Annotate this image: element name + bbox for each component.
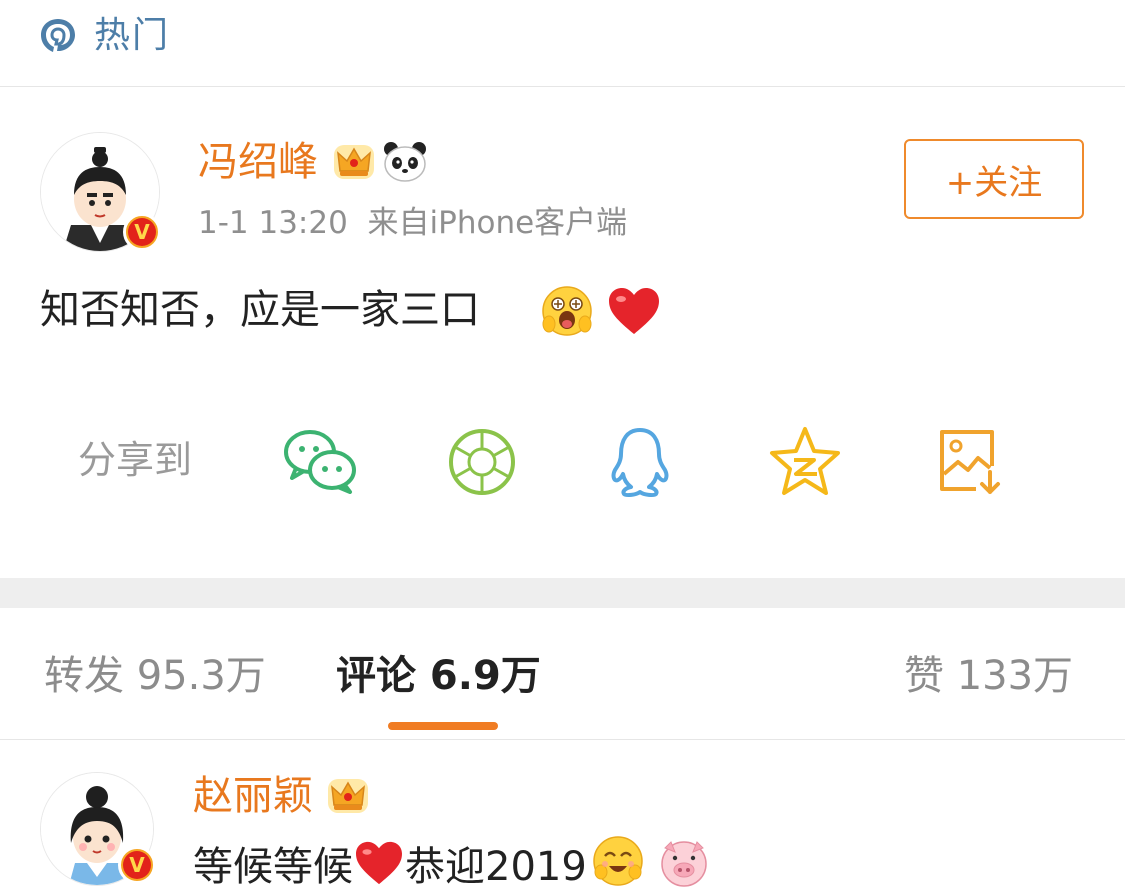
post-meta: 1-1 13:20 来自iPhone客户端 xyxy=(198,202,627,244)
wechat-icon[interactable] xyxy=(282,424,358,500)
follow-button[interactable]: +关注 xyxy=(904,139,1084,219)
excited-emoji-icon xyxy=(542,286,592,336)
commenter-name[interactable]: 赵丽颖 xyxy=(193,770,313,822)
pig-emoji-icon xyxy=(661,841,707,887)
hot-topic-icon[interactable] xyxy=(38,16,78,56)
comment-text: 等候等候 恭迎2019 xyxy=(193,834,711,895)
comment-heart-icon xyxy=(356,841,402,885)
tab-likes[interactable]: 赞 133万 xyxy=(904,648,1073,704)
comment-text-part1: 等候等候 xyxy=(193,844,353,890)
tabs-divider xyxy=(0,739,1125,740)
commenter-verified-badge-icon: V xyxy=(118,846,156,884)
heart-icon xyxy=(609,288,659,334)
post-source: 来自iPhone客户端 xyxy=(367,205,628,241)
qzone-icon[interactable] xyxy=(767,424,843,500)
post-text: 知否知否，应是一家三口 xyxy=(40,287,480,333)
post-author-name[interactable]: 冯绍峰 xyxy=(198,136,318,188)
share-label: 分享到 xyxy=(78,438,193,482)
panda-badge-icon xyxy=(384,142,426,182)
verified-badge-icon: V xyxy=(123,213,161,251)
section-divider xyxy=(0,578,1125,608)
active-tab-indicator xyxy=(388,722,498,730)
moments-icon[interactable] xyxy=(444,424,520,500)
commenter-crown-badge-icon xyxy=(328,779,368,813)
crown-badge-icon xyxy=(334,145,374,179)
qq-icon[interactable] xyxy=(602,424,678,500)
tab-repost[interactable]: 转发 95.3万 xyxy=(44,648,266,704)
save-image-icon[interactable] xyxy=(932,424,1008,500)
comment-text-part2: 恭迎2019 xyxy=(405,844,587,890)
hot-tab-label[interactable]: 热门 xyxy=(94,14,170,58)
post-time: 1-1 13:20 xyxy=(198,205,348,241)
tab-comments[interactable]: 评论 6.9万 xyxy=(336,648,541,704)
happy-emoji-icon xyxy=(593,836,643,886)
